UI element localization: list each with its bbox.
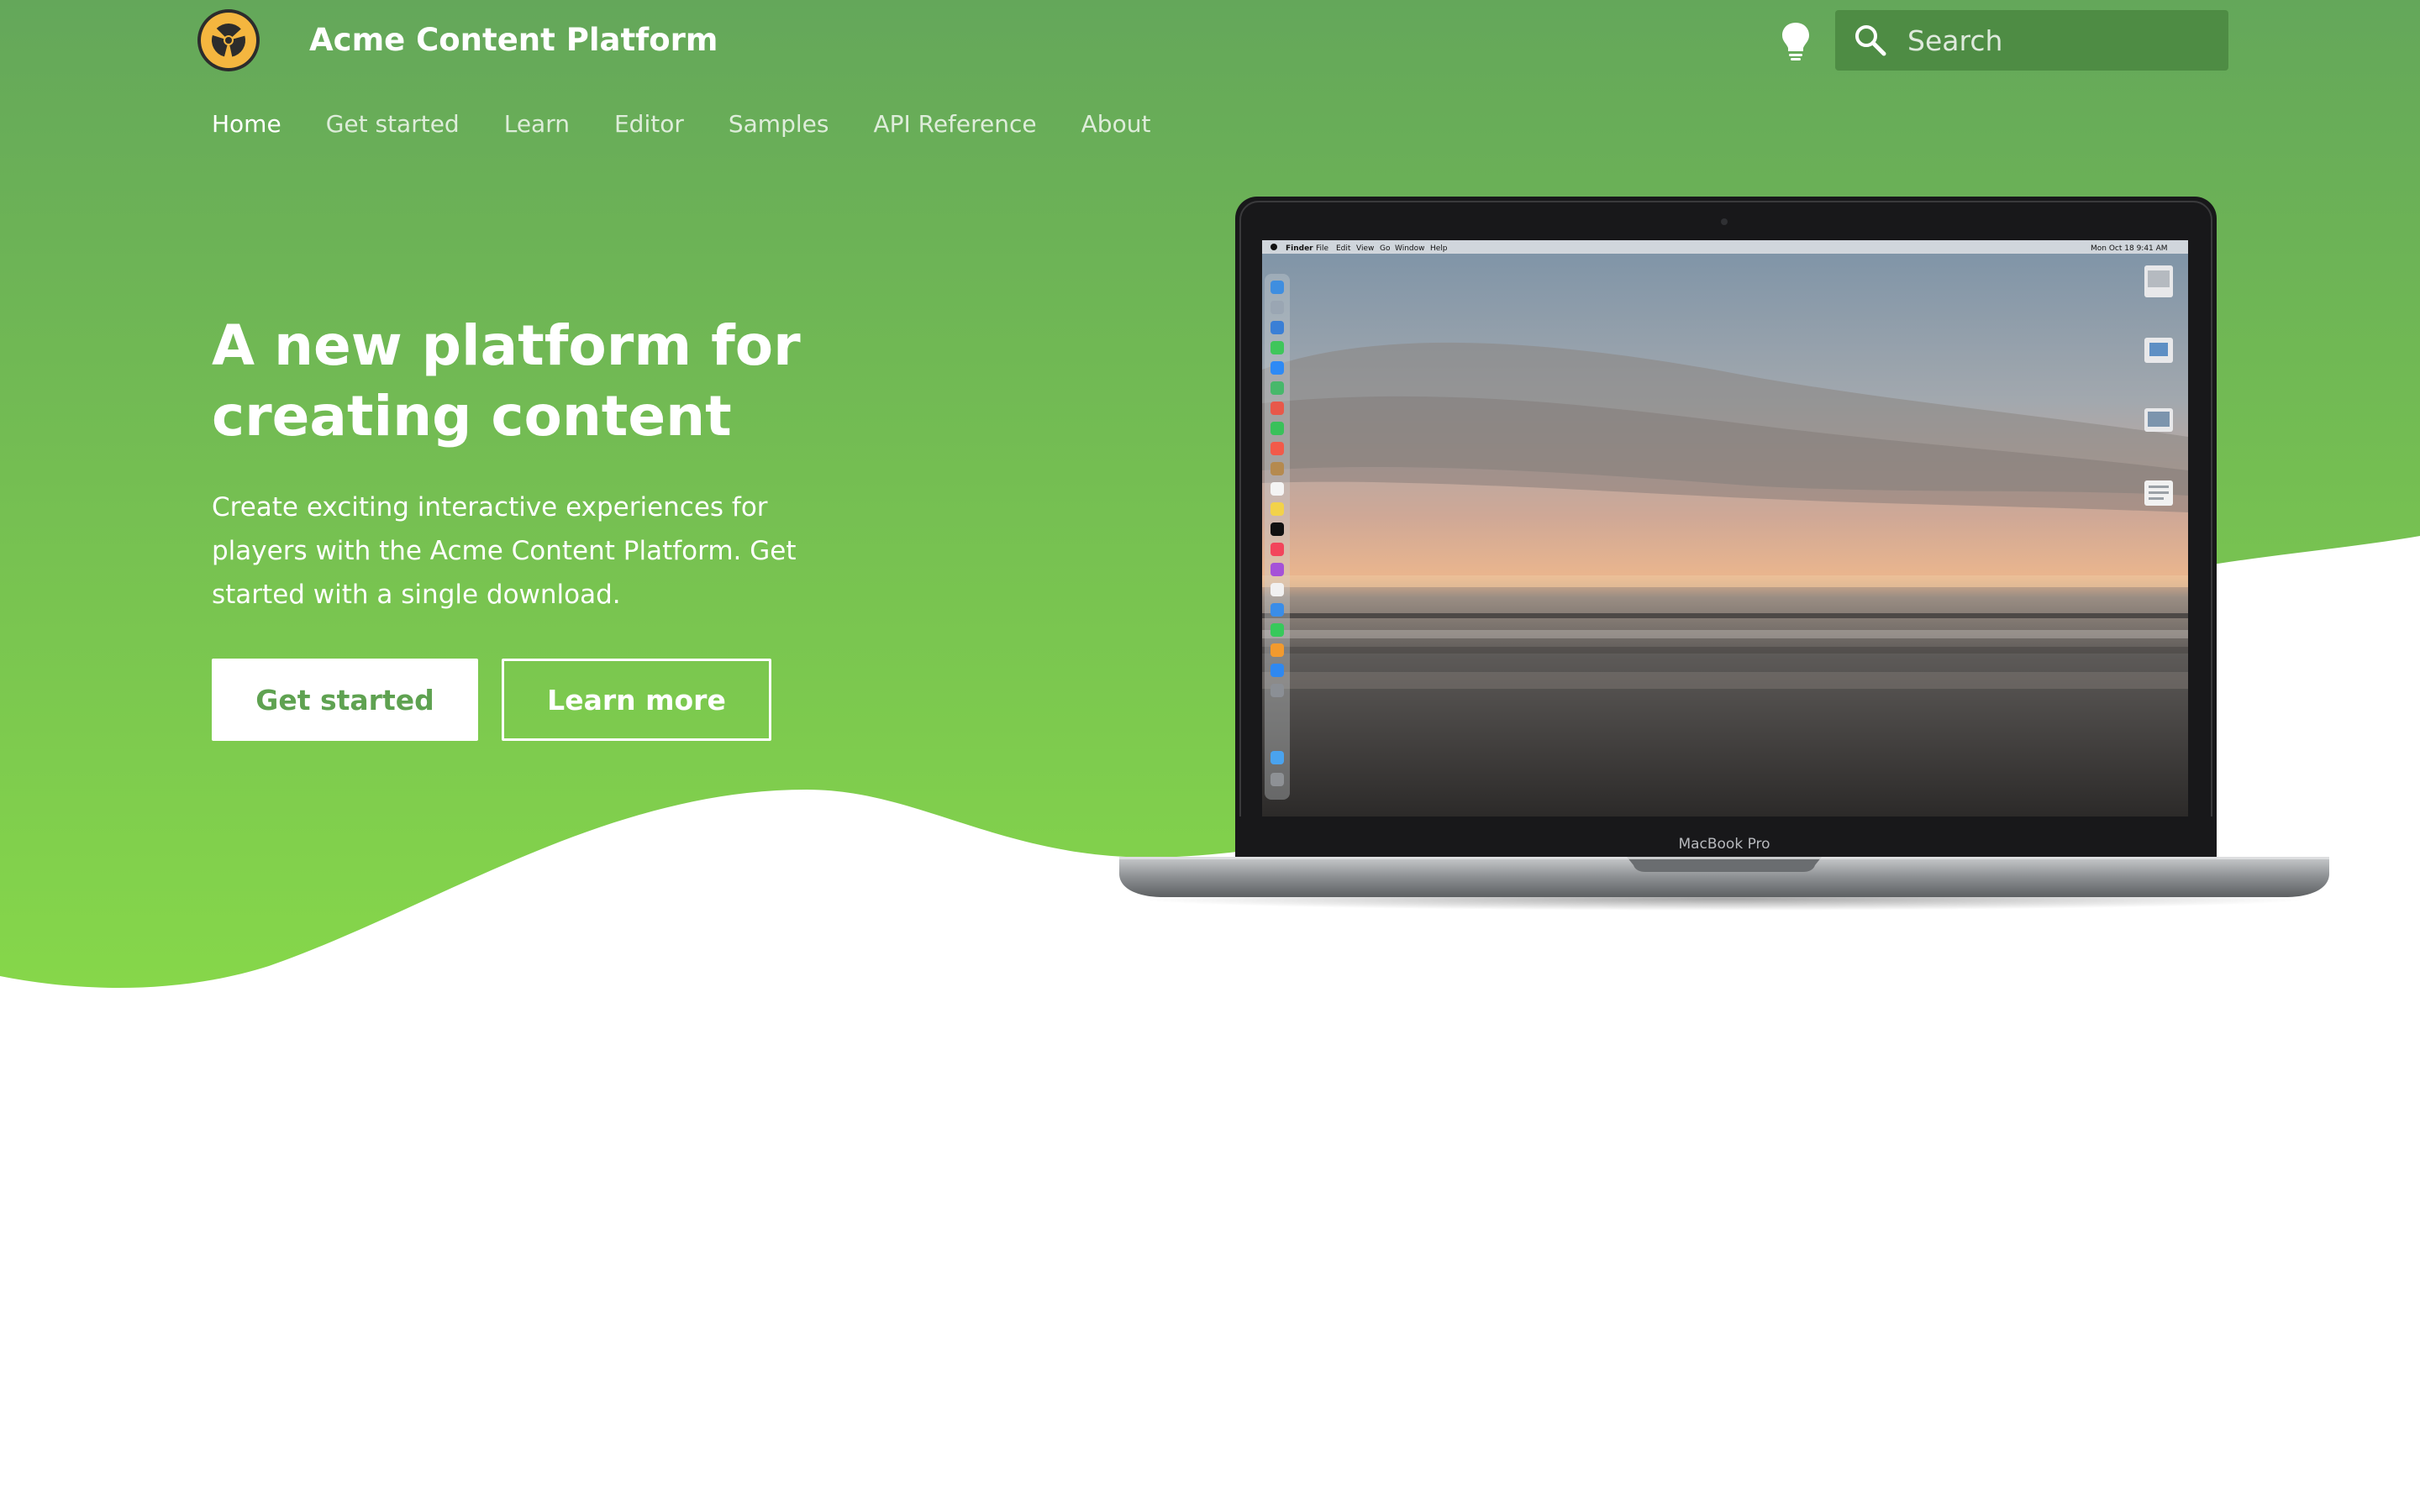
hero-title: A new platform for creating content [212,311,968,452]
learn-more-button[interactable]: Learn more [502,659,771,741]
lightbulb-icon[interactable] [1776,20,1815,62]
menubar-go: Go [1380,244,1391,253]
nav-item-api-reference[interactable]: API Reference [873,106,1036,143]
search-icon [1855,25,1886,56]
nav-item-learn[interactable]: Learn [504,106,570,143]
main-nav: Home Get started Learn Editor Samples AP… [212,106,1150,143]
hero-title-line-2: creating content [212,384,732,449]
nav-item-about[interactable]: About [1081,106,1151,143]
nav-item-home[interactable]: Home [212,106,281,143]
search-input[interactable] [1907,18,2210,62]
menubar-file: File [1316,244,1329,253]
get-started-button[interactable]: Get started [212,659,478,741]
nav-item-get-started[interactable]: Get started [326,106,460,143]
menubar-clock: Mon Oct 18 9:41 AM [2091,244,2168,253]
nav-item-samples[interactable]: Samples [729,106,829,143]
search-box[interactable] [1835,10,2228,71]
laptop-model-label: MacBook Pro [1678,836,1770,853]
hero-description: Create exciting interactive experiences … [212,492,797,610]
nav-item-editor[interactable]: Editor [614,106,684,143]
laptop-screen: Finder File Edit View Go Window Help Mon… [1262,240,2188,816]
app-title[interactable]: Acme Content Platform [309,18,718,62]
radiation-logo-icon[interactable] [197,8,260,72]
hero-title-line-1: A new platform for [212,313,801,378]
menubar-window: Window [1395,244,1425,253]
menubar-app-name: Finder [1286,244,1313,253]
dock [1265,274,1290,800]
menubar-view: View [1356,244,1374,253]
laptop-illustration: Finder File Edit View Go Window Help Mon… [1119,197,2329,911]
menubar-help: Help [1430,244,1448,253]
camera [1721,218,1728,225]
menubar-edit: Edit [1336,244,1351,253]
